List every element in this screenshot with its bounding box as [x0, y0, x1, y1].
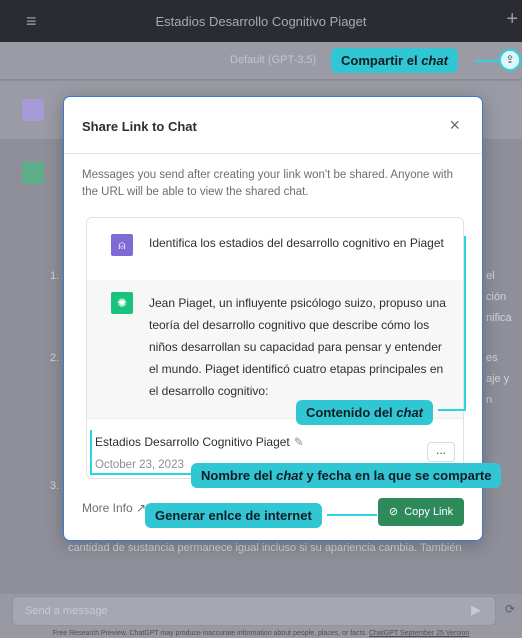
more-options-button[interactable]: ... [427, 442, 455, 462]
callout-link-connector [327, 514, 377, 516]
callout-content-connector-v [464, 236, 466, 411]
callout-share: Compartir el chat [331, 48, 458, 73]
bg-text-fragment: n [486, 394, 493, 406]
callout-name-suffix: y fecha en la que se comparte [302, 468, 492, 483]
link-icon: ⊘ [388, 506, 399, 518]
callout-share-connector [476, 60, 499, 62]
footer-version-link[interactable]: ChatGPT September 25 Version [369, 630, 469, 637]
callout-link-text: Generar enlce de internet [155, 508, 312, 523]
close-icon[interactable]: × [449, 115, 460, 136]
user-message-text: Identifica los estadios del desarrollo c… [149, 236, 444, 250]
bg-text-fragment: nifica [486, 312, 512, 324]
chat-name-text: Estadios Desarrollo Cognitivo Piaget [95, 435, 290, 449]
callout-content-italic: chat [396, 405, 424, 420]
copy-link-button[interactable]: ⊘ Copy Link [378, 498, 464, 526]
model-label: Default (GPT-3.5) [230, 54, 317, 66]
user-avatar-icon: ⍝ [111, 234, 133, 256]
callout-name-connector-v [90, 430, 92, 474]
preview-user-message: ⍝ Identifica los estadios del desarrollo… [87, 218, 463, 280]
more-info-link[interactable]: More Info ↗ [82, 501, 146, 515]
modal-description: Messages you send after creating your li… [82, 169, 454, 198]
callout-name-connector-h [90, 473, 195, 475]
more-info-text: More Info [82, 501, 133, 515]
bg-user-avatar-icon [22, 99, 44, 121]
bg-text-fragment: aje y [486, 373, 510, 385]
bg-list-number: 3. [50, 480, 60, 492]
regenerate-icon[interactable]: ⟳ [505, 602, 515, 616]
bg-text-fragment: el [486, 270, 495, 282]
callout-share-text: Compartir el [341, 53, 422, 68]
modal-header: Share Link to Chat × [64, 97, 482, 154]
send-icon[interactable]: ▶ [471, 602, 481, 618]
callout-name-italic: chat [276, 468, 303, 483]
share-icon[interactable]: ⇪ [499, 49, 521, 71]
chat-preview[interactable]: ⍝ Identifica los estadios del desarrollo… [86, 217, 464, 479]
footer-disclaimer: Free Research Preview. ChatGPT may produ… [0, 630, 522, 637]
callout-name-prefix: Nombre del [201, 468, 277, 483]
assistant-message-text: Jean Piaget, un influyente psicólogo sui… [149, 296, 446, 398]
copy-link-label: Copy Link [404, 506, 454, 518]
conversation-title: Estadios Desarrollo Cognitivo Piaget [155, 14, 367, 29]
bg-list-number: 1. [50, 270, 60, 282]
bg-text-fragment: ción [486, 291, 507, 303]
callout-content: Contenido del chat [296, 400, 434, 425]
callout-share-italic: chat [421, 53, 448, 68]
bg-gpt-avatar-icon [22, 162, 44, 184]
pencil-icon[interactable]: ✎ [294, 435, 304, 449]
callout-content-connector-h [438, 409, 466, 411]
chatgpt-logo-icon: ✺ [111, 292, 133, 314]
plus-icon[interactable]: + [506, 8, 518, 31]
chat-date: October 23, 2023 [95, 459, 184, 471]
bg-text-fragment: es [486, 352, 498, 364]
preview-assistant-message: ✺ Jean Piaget, un influyente psicólogo s… [87, 280, 463, 418]
chat-name[interactable]: Estadios Desarrollo Cognitivo Piaget ✎ [95, 435, 304, 449]
modal-title: Share Link to Chat [82, 119, 197, 134]
callout-content-text: Contenido del [306, 405, 397, 420]
bg-text-line: cantidad de sustancia permanece igual in… [68, 542, 462, 554]
callout-link: Generar enlce de internet [145, 503, 322, 528]
footer-text: Free Research Preview. ChatGPT may produ… [52, 630, 368, 637]
callout-name-date: Nombre del chat y fecha en la que se com… [191, 463, 502, 488]
bg-list-number: 2. [50, 352, 60, 364]
message-input[interactable]: Send a message [12, 596, 496, 626]
top-bar: ≡ Estadios Desarrollo Cognitivo Piaget + [0, 0, 522, 42]
